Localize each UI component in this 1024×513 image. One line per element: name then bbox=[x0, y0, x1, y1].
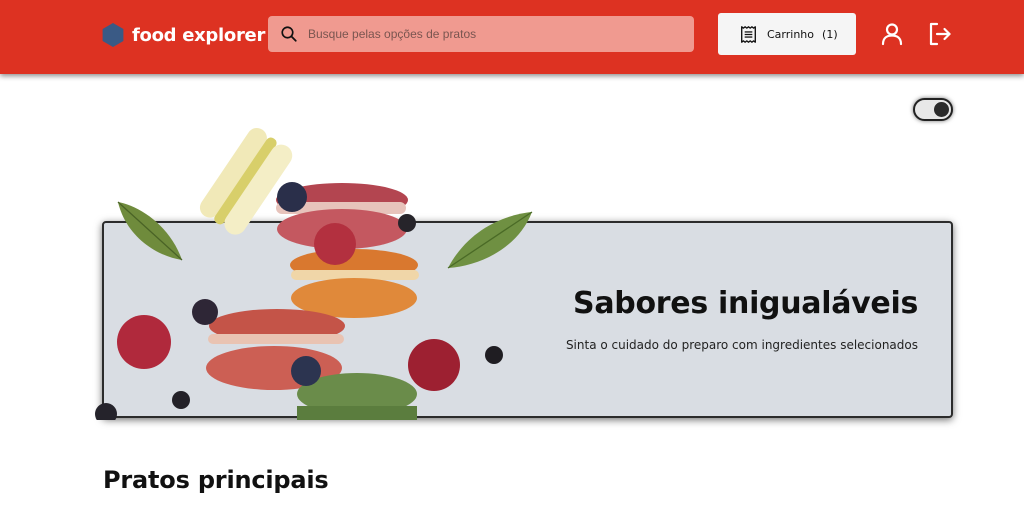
section-title-main-dishes: Pratos principais bbox=[103, 466, 329, 494]
hexagon-logo-icon bbox=[102, 23, 124, 47]
top-navbar: food explorer Carrinho 1 bbox=[0, 0, 1024, 74]
user-icon bbox=[881, 23, 903, 46]
toggle-knob bbox=[934, 102, 949, 117]
cart-count: 1 bbox=[822, 28, 838, 41]
search-bar[interactable] bbox=[268, 16, 694, 52]
hero-title: Sabores inigualáveis bbox=[573, 286, 918, 321]
search-input[interactable] bbox=[308, 27, 688, 41]
cart-button[interactable]: Carrinho 1 bbox=[718, 13, 856, 55]
hero-subtitle: Sinta o cuidado do preparo com ingredien… bbox=[565, 338, 918, 352]
receipt-icon bbox=[741, 25, 756, 43]
brand-name: food explorer bbox=[132, 24, 266, 46]
macarons-illustration bbox=[95, 127, 533, 420]
theme-toggle[interactable] bbox=[913, 98, 953, 121]
logout-icon bbox=[929, 22, 951, 46]
brand[interactable]: food explorer bbox=[102, 22, 265, 48]
logout-button[interactable] bbox=[927, 21, 953, 47]
profile-button[interactable] bbox=[879, 21, 905, 47]
cart-label: Carrinho bbox=[767, 27, 815, 41]
search-icon bbox=[281, 26, 297, 42]
